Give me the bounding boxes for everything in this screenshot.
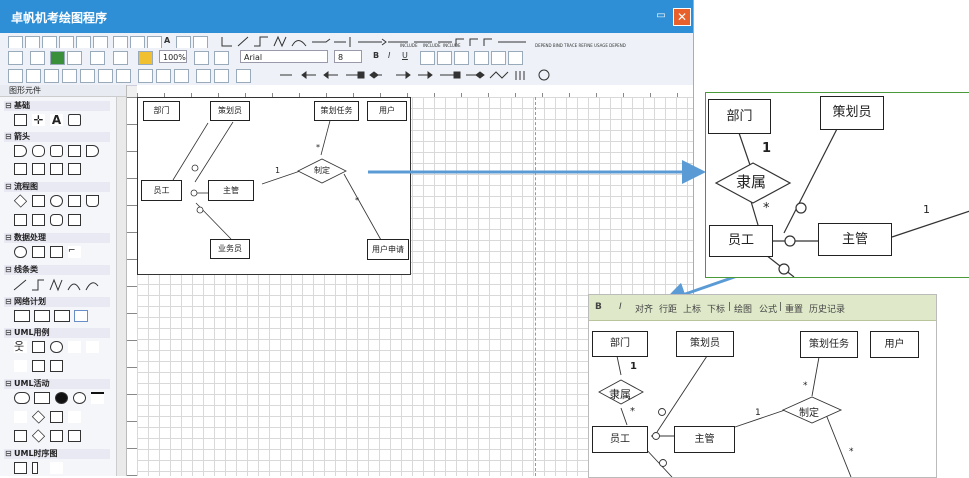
zoom1-relation-belong: 隶属 — [736, 173, 767, 191]
zoom2-card-many-2: * — [803, 381, 808, 391]
zoom2-card-many: * — [630, 406, 635, 417]
zoom1-card-one-2: 1 — [923, 203, 930, 216]
zoom2-history-button[interactable]: 历史记录 — [809, 302, 845, 315]
zoom1-entity-manager: 主管 — [818, 223, 892, 256]
zoom2-card-one-2: 1 — [755, 408, 761, 418]
zoom2-entity-user: 用户 — [870, 331, 919, 358]
zoom1-card-many: * — [763, 201, 770, 216]
zoom2-italic-button[interactable]: I — [619, 302, 622, 312]
zoom2-entity-manager: 主管 — [674, 426, 735, 453]
zoom2-subscript-button[interactable]: 下标 — [707, 302, 725, 315]
zoom2-entity-employee: 员工 — [592, 426, 648, 453]
zoom2-card-many-3: * — [849, 447, 854, 457]
zoom-view-2: B I 对齐 行距 上标 下标 | 绘图 公式 | 重置 历史记录 部门 策划员… — [588, 294, 937, 478]
zoom2-separator-1: | — [728, 302, 732, 312]
zoom2-toolbar: B I 对齐 行距 上标 下标 | 绘图 公式 | 重置 历史记录 — [589, 295, 936, 321]
zoom1-card-one: 1 — [762, 141, 772, 156]
zoom2-linespacing-button[interactable]: 行距 — [659, 302, 677, 315]
zoom2-entity-planner: 策划员 — [676, 331, 734, 357]
zoom2-bold-button[interactable]: B — [595, 302, 602, 312]
zoom-view-1: 部门 策划员 隶属 1 * 1 员工 主管 — [705, 92, 969, 278]
zoom2-formula-button[interactable]: 公式 — [759, 302, 777, 315]
zoom2-draw-button[interactable]: 绘图 — [734, 302, 752, 315]
zoom2-separator-2: | — [779, 302, 783, 312]
zoom2-align-button[interactable]: 对齐 — [635, 302, 653, 315]
zoom1-entity-dept: 部门 — [708, 99, 771, 134]
zoom2-reset-button[interactable]: 重置 — [785, 302, 803, 315]
zoom2-entity-dept: 部门 — [592, 331, 648, 357]
zoom1-entity-planner: 策划员 — [820, 96, 884, 130]
zoom2-superscript-button[interactable]: 上标 — [683, 302, 701, 315]
zoom2-relation-belong: 隶属 — [609, 388, 631, 401]
zoom2-relation-formulate: 制定 — [799, 408, 819, 419]
zoom2-entity-plan-task: 策划任务 — [800, 331, 858, 358]
zoom1-entity-employee: 员工 — [709, 225, 773, 257]
zoom2-card-one: 1 — [630, 361, 637, 372]
